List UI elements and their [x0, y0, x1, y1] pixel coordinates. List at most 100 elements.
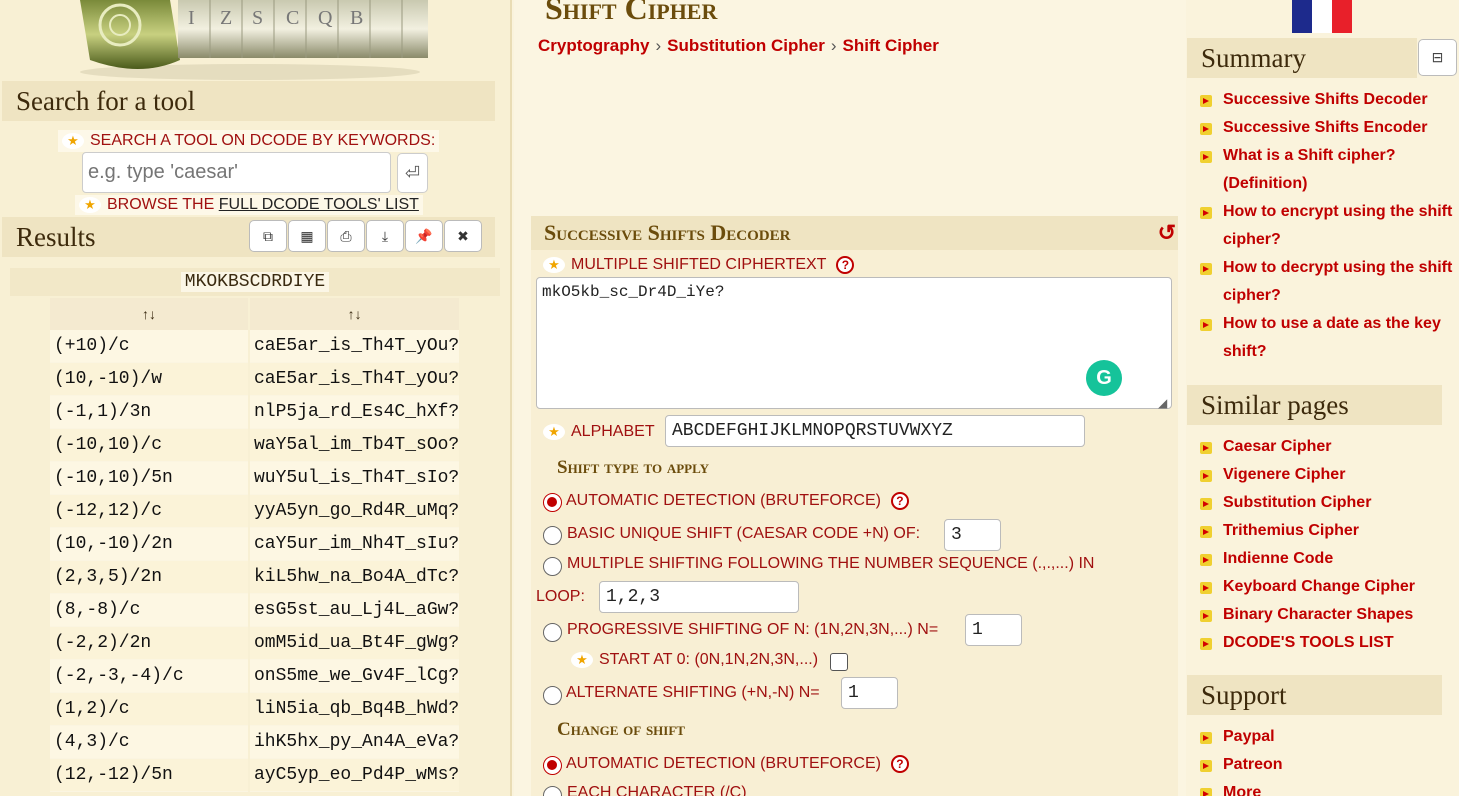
shift-pattern-cell: (+10)/c [50, 330, 248, 363]
summary-link[interactable]: How to decrypt using the shift cipher? [1200, 254, 1455, 310]
flag-stripe-red [1332, 0, 1352, 33]
close-icon: ✖ [457, 227, 469, 244]
summary-link[interactable]: How to use a date as the key shift? [1200, 310, 1455, 366]
dcode-logo[interactable]: I ZS CQB [60, 0, 440, 80]
collapse-icon: ⊟ [1431, 49, 1444, 65]
svg-text:C: C [286, 7, 299, 29]
support-link[interactable]: More [1200, 779, 1455, 796]
breadcrumb-cryptography[interactable]: Cryptography [538, 36, 649, 56]
multiple-shift-input[interactable]: 1,2,3 [599, 581, 799, 613]
shift-pattern-cell: (-12,12)/c [50, 495, 248, 528]
reset-icon[interactable]: ↺ [1158, 220, 1176, 246]
pin-button[interactable]: 📌 [405, 220, 443, 252]
radio-progressive-shift[interactable] [543, 623, 562, 642]
progressive-shift-label: PROGRESSIVE SHIFTING OF N: (1N,2N,3N,...… [567, 621, 939, 638]
star-icon: ★ [543, 257, 565, 273]
shift-pattern-cell: (-2,2)/2n [50, 627, 248, 660]
support-link[interactable]: Patreon [1200, 751, 1455, 779]
plaintext-cell: esG5st_au_Lj4L_aGw? [250, 594, 460, 627]
similar-page-link[interactable]: Caesar Cipher [1200, 433, 1455, 461]
help-icon[interactable]: ? [890, 492, 909, 510]
table-row: (-2,-3,-4)/c onS5me_we_Gv4F_lCg? [50, 660, 460, 693]
alphabet-input[interactable]: ABCDEFGHIJKLMNOPQRSTUVWXYZ [665, 415, 1085, 447]
star-icon: ★ [79, 197, 101, 213]
shift-pattern-cell: (-10,10)/c [50, 429, 248, 462]
flag-stripe-white [1312, 0, 1332, 33]
basic-shift-input[interactable]: 3 [944, 519, 1001, 551]
plaintext-cell: liN5ia_qb_Bq4B_hWd? [250, 693, 460, 726]
plaintext-cell: waY5al_im_Tb4T_sOo? [250, 429, 460, 462]
table-row: (-1,1)/3n nlP5ja_rd_Es4C_hXf? [50, 396, 460, 429]
shift-pattern-cell: (-10,10)/5n [50, 462, 248, 495]
radio-alternate-shift[interactable] [543, 686, 562, 705]
summary-link[interactable]: Successive Shifts Decoder [1200, 86, 1455, 114]
decoder-title: Successive Shifts Decoder ↺ [531, 216, 1178, 250]
shift-type-heading: Shift type to apply [557, 457, 709, 478]
collapse-button[interactable]: ⊟ [1418, 39, 1457, 76]
alternate-shift-input[interactable]: 1 [841, 677, 898, 709]
plaintext-cell: onS5me_we_Gv4F_lCg? [250, 660, 460, 693]
table-row: (1,2)/c liN5ia_qb_Bq4B_hWd? [50, 693, 460, 726]
svg-text:S: S [252, 7, 263, 29]
search-input[interactable] [82, 152, 391, 193]
similar-page-link[interactable]: Keyboard Change Cipher [1200, 573, 1455, 601]
similar-page-link[interactable]: DCODE'S TOOLS LIST [1200, 629, 1455, 657]
similar-page-link[interactable]: Indienne Code [1200, 545, 1455, 573]
shift-pattern-cell: (-1,1)/3n [50, 396, 248, 429]
start-zero-checkbox[interactable] [830, 653, 848, 671]
svg-text:Q: Q [318, 7, 333, 29]
alternate-shift-label: ALTERNATE SHIFTING (+N,-N) N= [566, 684, 820, 701]
support-link[interactable]: Paypal [1200, 723, 1455, 751]
radio-basic-shift[interactable] [543, 526, 562, 545]
download-button[interactable]: ⤓ [366, 220, 404, 252]
resize-handle[interactable]: ◢ [1158, 396, 1167, 410]
table-row: (-12,12)/c yyA5yn_go_Rd4R_uMq? [50, 495, 460, 528]
similar-page-link[interactable]: Vigenere Cipher [1200, 461, 1455, 489]
breadcrumb-substitution[interactable]: Substitution Cipher [667, 36, 825, 56]
summary-link[interactable]: What is a Shift cipher? (Definition) [1200, 142, 1455, 198]
progressive-shift-input[interactable]: 1 [965, 614, 1022, 646]
help-icon[interactable]: ? [890, 755, 909, 773]
similar-pages-title: Similar pages [1187, 385, 1442, 425]
help-icon[interactable]: ? [836, 256, 855, 274]
plaintext-cell: wuY5ul_is_Th4T_sIo? [250, 462, 460, 495]
similar-pages-list: Caesar Cipher Vigenere Cipher Substitution… [1200, 433, 1455, 657]
ciphertext-input[interactable]: mkO5kb_sc_Dr4D_iYe? [536, 277, 1172, 409]
breadcrumb-shift[interactable]: Shift Cipher [843, 36, 939, 56]
similar-page-link[interactable]: Binary Character Shapes [1200, 601, 1455, 629]
shift-pattern-cell: (-2,-3,-4)/c [50, 660, 248, 693]
search-section-title: Search for a tool [2, 81, 495, 121]
shift-pattern-cell: (12,-12)/5n [50, 759, 248, 792]
result-input-echo: MKOKBSCDRDIYE [10, 268, 500, 296]
summary-link[interactable]: How to encrypt using the shift cipher? [1200, 198, 1455, 254]
svg-text:Z: Z [220, 7, 232, 29]
grammarly-icon[interactable]: G [1086, 360, 1122, 396]
radio-change-auto[interactable] [543, 756, 562, 775]
auto-detection-label: AUTOMATIC DETECTION (BRUTEFORCE) ? [566, 492, 909, 510]
summary-title: Summary [1187, 38, 1417, 78]
each-character-label: EACH CHARACTER (/C) [567, 784, 747, 796]
search-submit-button[interactable]: ⏎ [397, 153, 428, 193]
support-list: Paypal Patreon More [1200, 723, 1455, 796]
ciphertext-label: ★ MULTIPLE SHIFTED CIPHERTEXT ? [543, 256, 855, 274]
shift-pattern-cell: (2,3,5)/2n [50, 561, 248, 594]
sort-column-plaintext[interactable]: ↑↓ [250, 298, 460, 330]
results-table: ↑↓ ↑↓ (+10)/c caE5ar_is_Th4T_yOu? (10,-10)… [48, 298, 461, 792]
french-flag-icon[interactable] [1292, 0, 1352, 33]
download-icon: ⤓ [381, 227, 389, 244]
radio-auto-detection[interactable] [543, 493, 562, 512]
similar-page-link[interactable]: Substitution Cipher [1200, 489, 1455, 517]
summary-link[interactable]: Successive Shifts Encoder [1200, 114, 1455, 142]
sort-column-shift[interactable]: ↑↓ [50, 298, 248, 330]
print-button[interactable]: ⎙ [327, 220, 365, 252]
close-button[interactable]: ✖ [444, 220, 482, 252]
shift-pattern-cell: (8,-8)/c [50, 594, 248, 627]
shift-pattern-cell: (4,3)/c [50, 726, 248, 759]
plaintext-cell: ayC5yp_eo_Pd4P_wMs? [250, 759, 460, 792]
radio-multiple-shift[interactable] [543, 557, 562, 576]
similar-page-link[interactable]: Trithemius Cipher [1200, 517, 1455, 545]
table-row: (-2,2)/2n omM5id_ua_Bt4F_gWg? [50, 627, 460, 660]
save-button[interactable]: ▦ [288, 220, 326, 252]
browse-tools-link[interactable]: ★ BROWSE THE FULL DCODE TOOLS' LIST [75, 195, 423, 215]
copy-button[interactable]: ⧉ [249, 220, 287, 252]
